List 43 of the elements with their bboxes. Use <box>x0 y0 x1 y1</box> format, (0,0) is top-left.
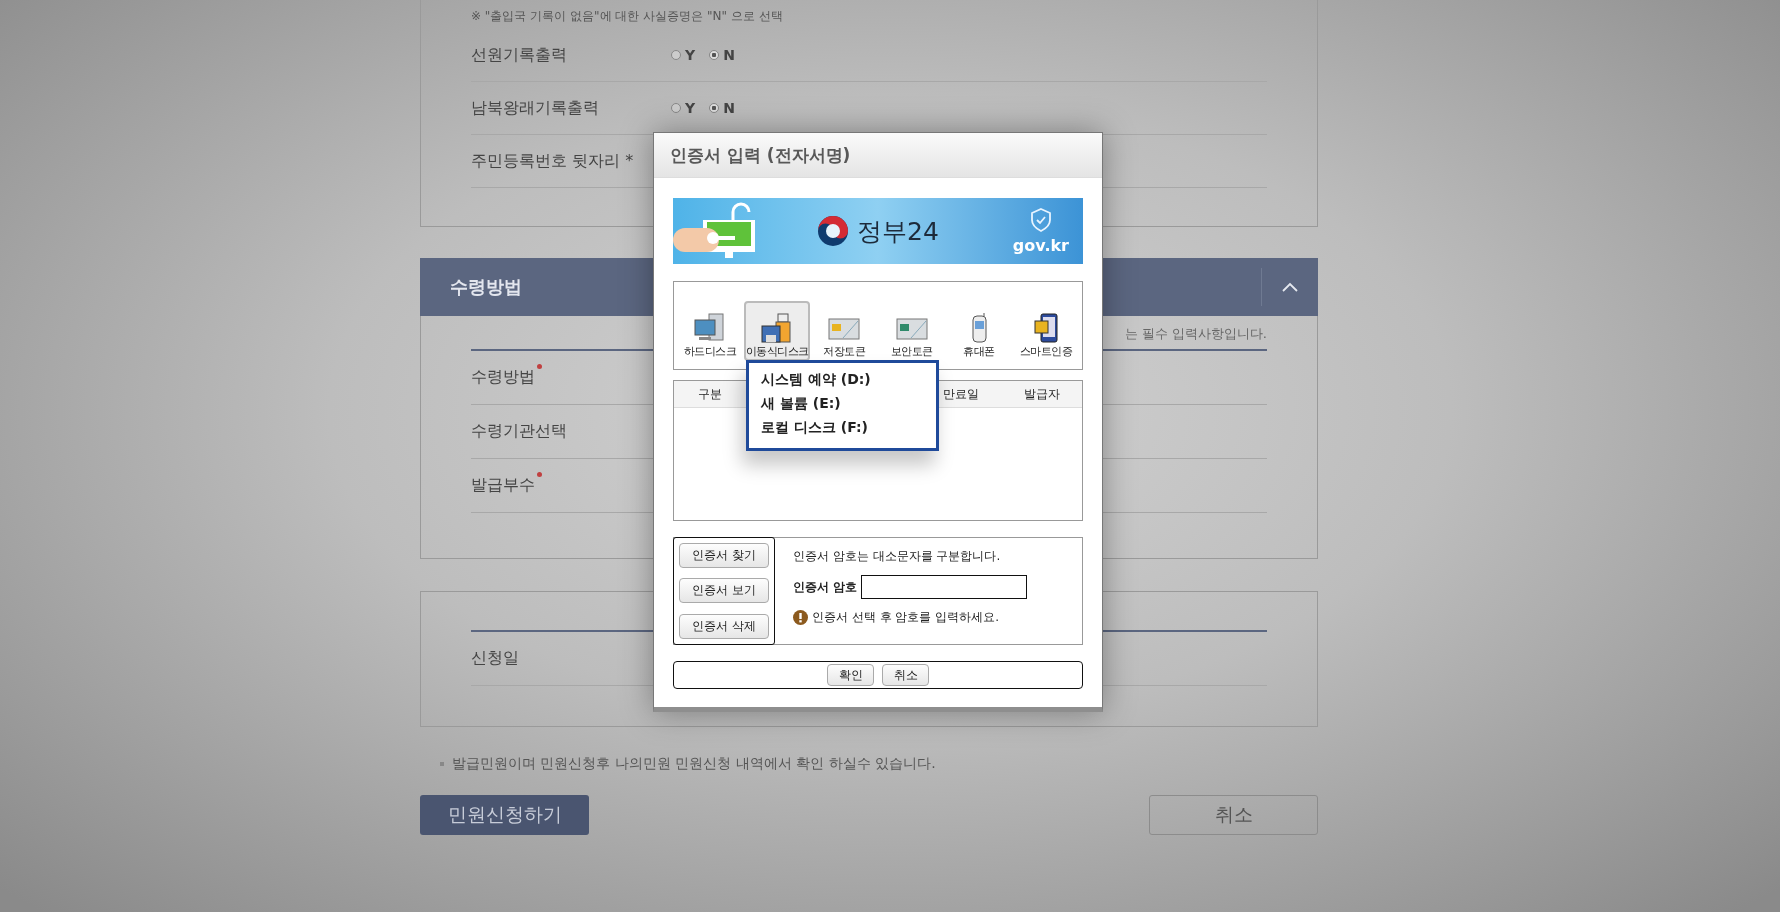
hint-text: 는 필수 입력사항입니다. <box>1124 326 1267 341</box>
domain-text: gov.kr <box>1012 235 1069 255</box>
password-field[interactable] <box>861 575 1028 599</box>
drive-menu-item[interactable]: 시스템 예약 (D:) <box>761 367 936 391</box>
drive-menu-item[interactable]: 로컬 디스크 (F:) <box>761 415 936 439</box>
computer-icon <box>693 312 727 344</box>
field-label: 수령방법 <box>471 367 535 388</box>
storage-tab[interactable]: 보안토큰 <box>878 301 945 361</box>
info-text: 인증서 암호는 대소문자를 구분합니다. <box>793 548 1002 565</box>
field-label: 남북왕래기록출력 <box>471 97 600 119</box>
storage-tab[interactable]: 스마트인증 <box>1012 301 1079 361</box>
storage-tab[interactable]: 저장토큰 <box>811 301 878 361</box>
drive-menu-item[interactable]: 새 볼륨 (E:) <box>761 391 936 415</box>
storage-tab[interactable]: 이동식디스크 <box>744 301 811 361</box>
password-label: 인증서 암호 <box>793 578 858 596</box>
field-label: 신청일 <box>471 648 519 669</box>
brand-text: 정부24 <box>857 215 939 248</box>
dialog-button[interactable]: 취소 <box>882 664 929 686</box>
logo-icon <box>817 215 849 247</box>
column-header: 구분 <box>697 385 723 403</box>
certificate-button[interactable]: 인증서 삭제 <box>679 613 769 639</box>
radio-option[interactable]: Y <box>671 100 696 116</box>
warning-text: 인증서 선택 후 암호를 입력하세요. <box>812 609 1000 626</box>
notice-text: ※ "출입국 기록이 없음"에 대한 사실증명은 "N" 으로 선택 <box>471 8 784 25</box>
dialog-title: 인증서 입력 (전자서명) <box>654 133 1102 178</box>
warning-icon <box>793 610 808 625</box>
submit-button[interactable]: 민원신청하기 <box>420 795 589 835</box>
shield-icon <box>1029 207 1052 232</box>
radio-option[interactable]: N <box>709 47 735 63</box>
radio-option[interactable]: N <box>709 100 735 116</box>
storage-tab[interactable]: 휴대폰 <box>945 301 1012 361</box>
field-label: 선원기록출력 <box>471 44 568 66</box>
storage-tab[interactable]: 하드디스크 <box>677 301 743 361</box>
dialog-button[interactable]: 확인 <box>827 664 874 686</box>
certificate-button[interactable]: 인증서 보기 <box>679 578 769 604</box>
footnote-text: 발급민원이며 민원신청후 나의민원 민원신청 내역에서 확인 하실수 있습니다. <box>452 755 936 773</box>
column-header: 만료일 <box>941 385 980 403</box>
certificate-button[interactable]: 인증서 찾기 <box>679 543 769 569</box>
radio-option[interactable]: Y <box>671 47 696 63</box>
column-header: 발급자 <box>1022 385 1061 403</box>
field-label: 주민등록번호 뒷자리 * <box>471 150 635 172</box>
field-label: 수령기관선택 <box>471 421 567 442</box>
field-label: 발급부수 <box>471 475 535 496</box>
